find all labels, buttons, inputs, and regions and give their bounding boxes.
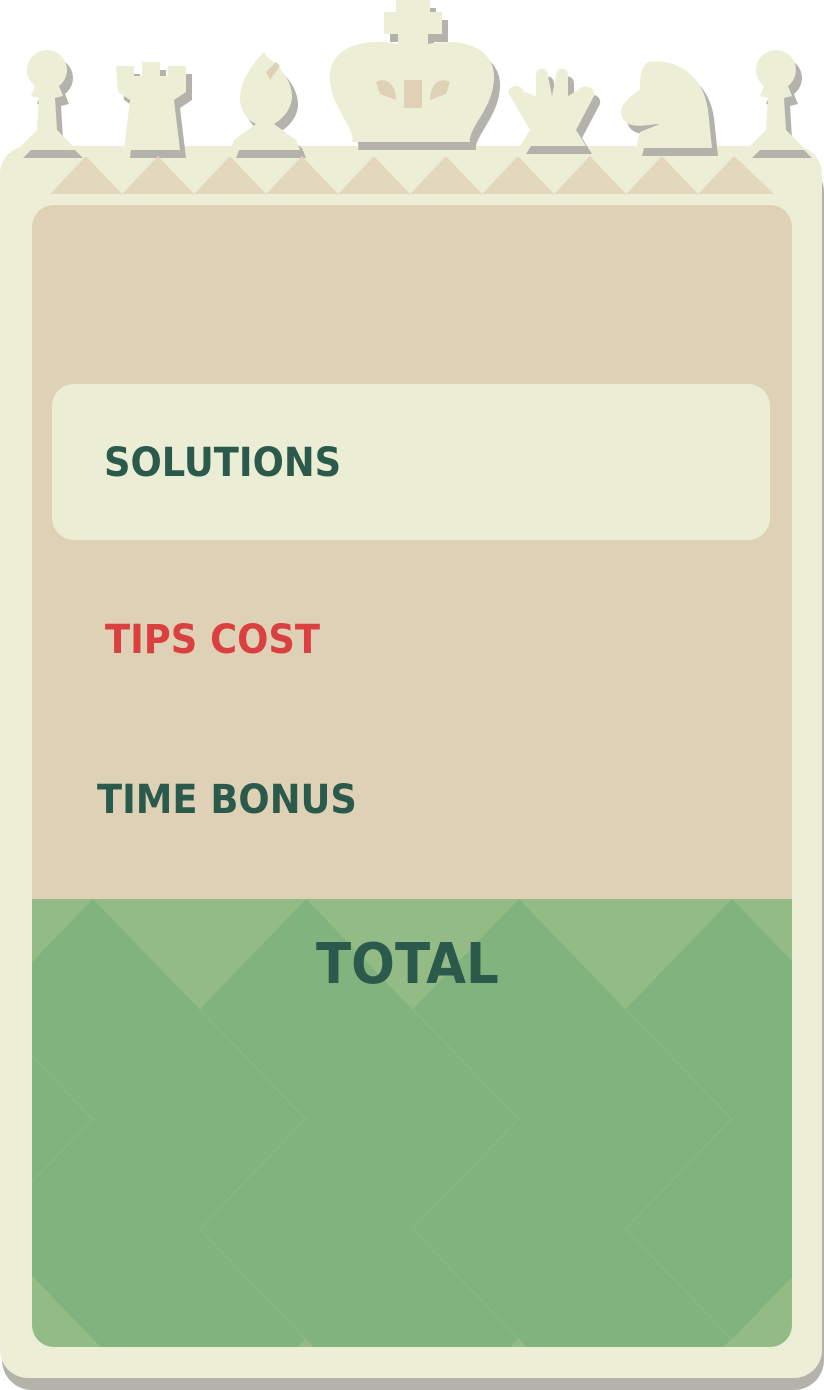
chess-crown-decoration [17, 0, 812, 194]
total-label: TOTAL [316, 932, 499, 997]
tips-cost-label: TIPS COST [105, 617, 320, 663]
score-panel [32, 205, 792, 1347]
solutions-label: SOLUTIONS [104, 440, 342, 486]
bishop-icon [230, 52, 300, 150]
king-icon [329, 0, 495, 142]
knight-icon [621, 61, 712, 148]
score-card-screen: SOLUTIONS TIPS COST TIME BONUS TOTAL [0, 0, 824, 1390]
triangle-trim [50, 156, 774, 194]
time-bonus-label: TIME BONUS [97, 777, 357, 823]
